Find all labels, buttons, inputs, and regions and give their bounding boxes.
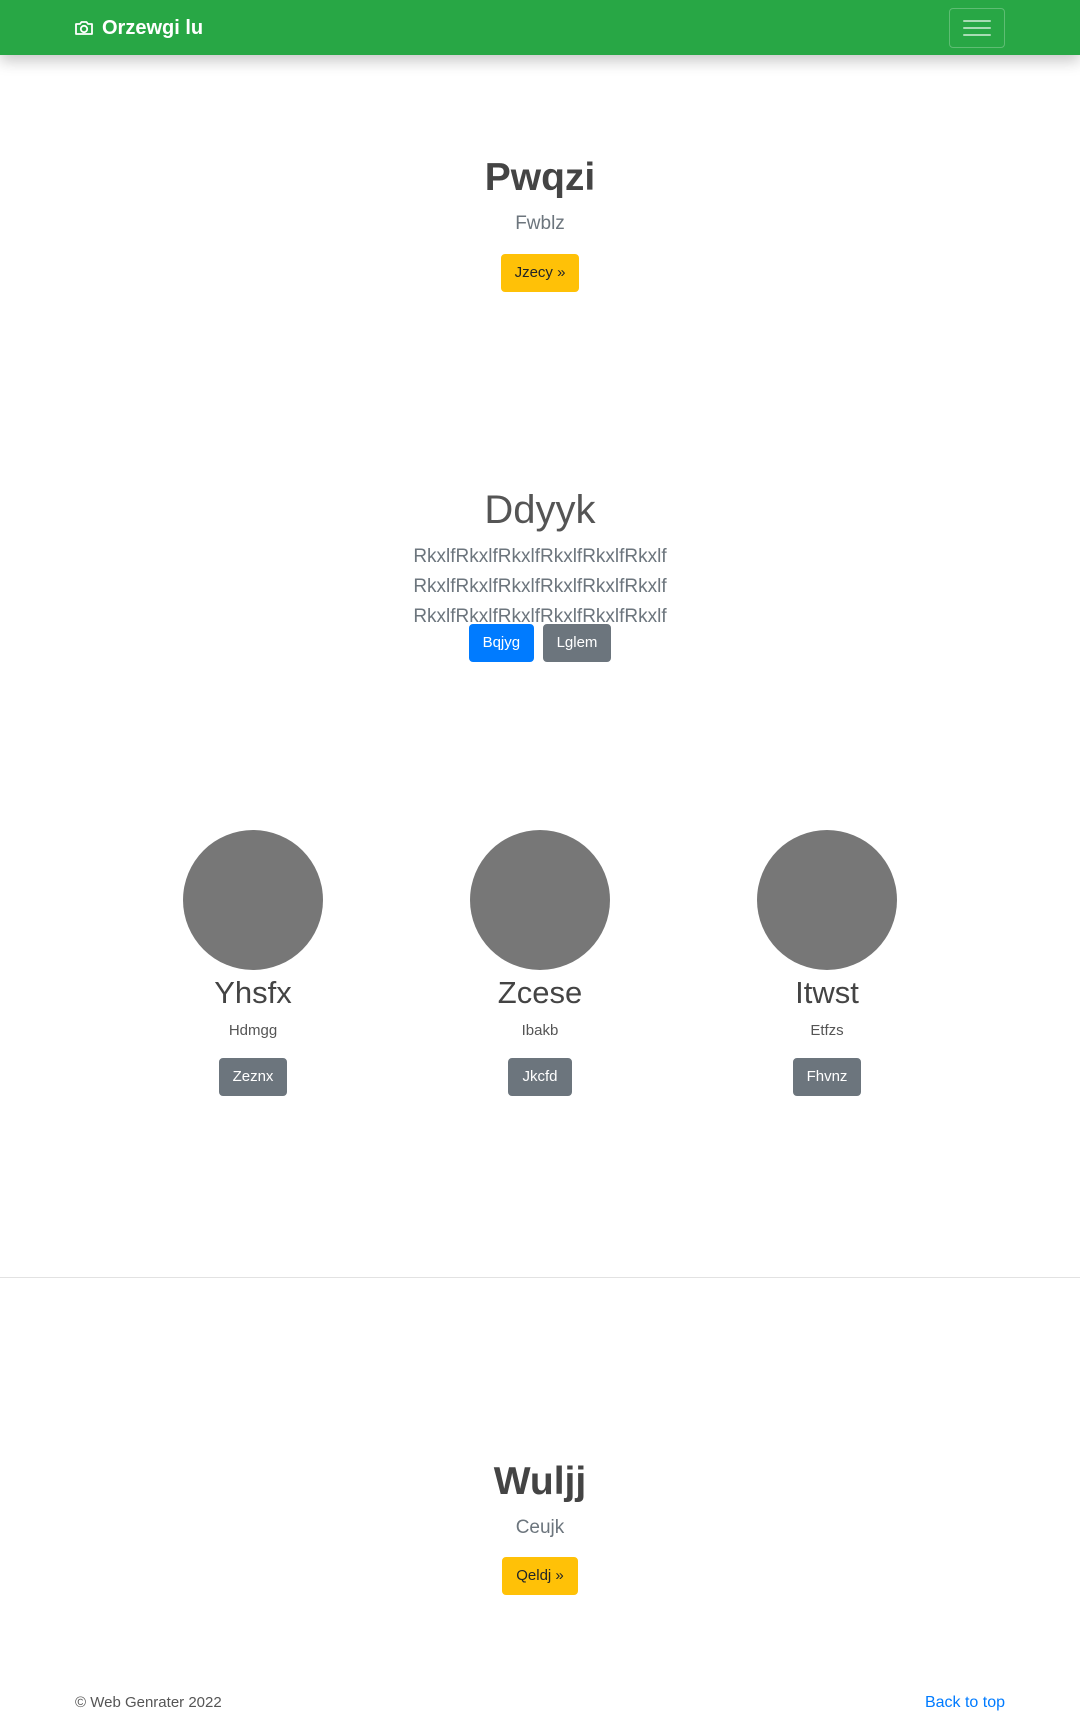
- card-description: Etfzs: [810, 1022, 844, 1039]
- card-title: Itwst: [795, 975, 859, 1010]
- hero-bottom-subtitle: Ceujk: [515, 1517, 565, 1538]
- section2-title: Ddyyk: [484, 488, 596, 532]
- hero-top-title: Pwqzi: [484, 156, 596, 199]
- hero-top-button[interactable]: Jzecy »: [500, 254, 580, 292]
- card-button[interactable]: Fhvnz: [792, 1058, 862, 1096]
- navbar: Orzewgi lu: [0, 0, 1080, 55]
- hamburger-icon: [963, 18, 991, 38]
- placeholder-image: [470, 830, 610, 970]
- camera-icon: [74, 18, 94, 38]
- card-1: Yhsfx Hdmgg Zeznx: [138, 830, 368, 1096]
- hero-bottom-button[interactable]: Qeldj »: [502, 1557, 578, 1595]
- hero-top-subtitle: Fwblz: [515, 213, 565, 234]
- card-description: Ibakb: [521, 1022, 559, 1039]
- brand-label: Orzewgi lu: [102, 16, 204, 39]
- section2-lead: RkxlfRkxlfRkxlfRkxlfRkxlfRkxlf RkxlfRkxl…: [413, 546, 667, 627]
- back-to-top-link[interactable]: Back to top: [925, 1692, 1005, 1714]
- card-description: Hdmgg: [228, 1022, 278, 1039]
- card-title: Yhsfx: [214, 975, 292, 1010]
- section2-secondary-button[interactable]: Lglem: [542, 624, 612, 662]
- card-button[interactable]: Zeznx: [218, 1058, 288, 1096]
- footer-copyright: © Web Genrater 2022: [75, 1694, 222, 1711]
- section2-primary-button[interactable]: Bqjyg: [468, 624, 535, 662]
- placeholder-image: [757, 830, 897, 970]
- card-title: Zcese: [497, 975, 583, 1010]
- section-divider: [0, 1277, 1080, 1278]
- hero-top-button-wrap: Jzecy »: [0, 254, 1080, 292]
- section2-buttons: Bqjyg Lglem: [0, 624, 1080, 662]
- card-button[interactable]: Jkcfd: [508, 1058, 572, 1096]
- hero-bottom-title: Wuljj: [493, 1460, 587, 1503]
- navbar-brand[interactable]: Orzewgi lu: [74, 15, 203, 41]
- card-3: Itwst Etfzs Fhvnz: [712, 830, 942, 1096]
- hero-bottom-button-wrap: Qeldj »: [0, 1557, 1080, 1595]
- navbar-toggler-button[interactable]: [949, 8, 1005, 48]
- placeholder-image: [183, 830, 323, 970]
- card-2: Zcese Ibakb Jkcfd: [425, 830, 655, 1096]
